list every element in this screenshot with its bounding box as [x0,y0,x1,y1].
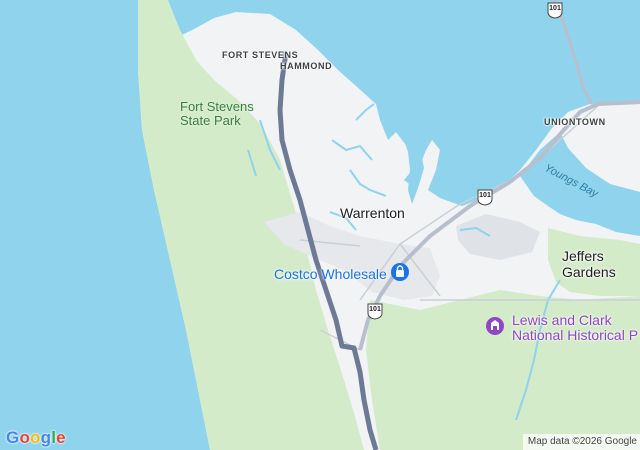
label-fort-stevens: FORT STEVENS [222,50,299,60]
google-logo[interactable]: Google [6,428,66,448]
label-warrenton[interactable]: Warrenton [340,205,405,221]
label-state-park[interactable]: Fort Stevens State Park [180,100,254,128]
label-jeffers-gardens[interactable]: Jeffers Gardens [562,248,616,280]
us-route-shield: 101 [366,302,384,320]
monument-icon[interactable] [486,317,504,335]
shopping-bag-icon[interactable] [391,263,409,281]
map-canvas[interactable]: FORT STEVENS HAMMOND UNIONTOWN Warrenton… [0,0,640,450]
poi-lewis-clark-label[interactable]: Lewis and Clark National Historical P [512,313,638,343]
us-route-shield: 101 [546,1,564,19]
poi-costco-label[interactable]: Costco Wholesale [274,266,387,282]
label-uniontown: UNIONTOWN [544,117,606,127]
label-hammond: HAMMOND [280,61,333,71]
map-attribution[interactable]: Map data ©2026 Google [522,434,640,450]
us-route-shield: 101 [476,188,494,206]
